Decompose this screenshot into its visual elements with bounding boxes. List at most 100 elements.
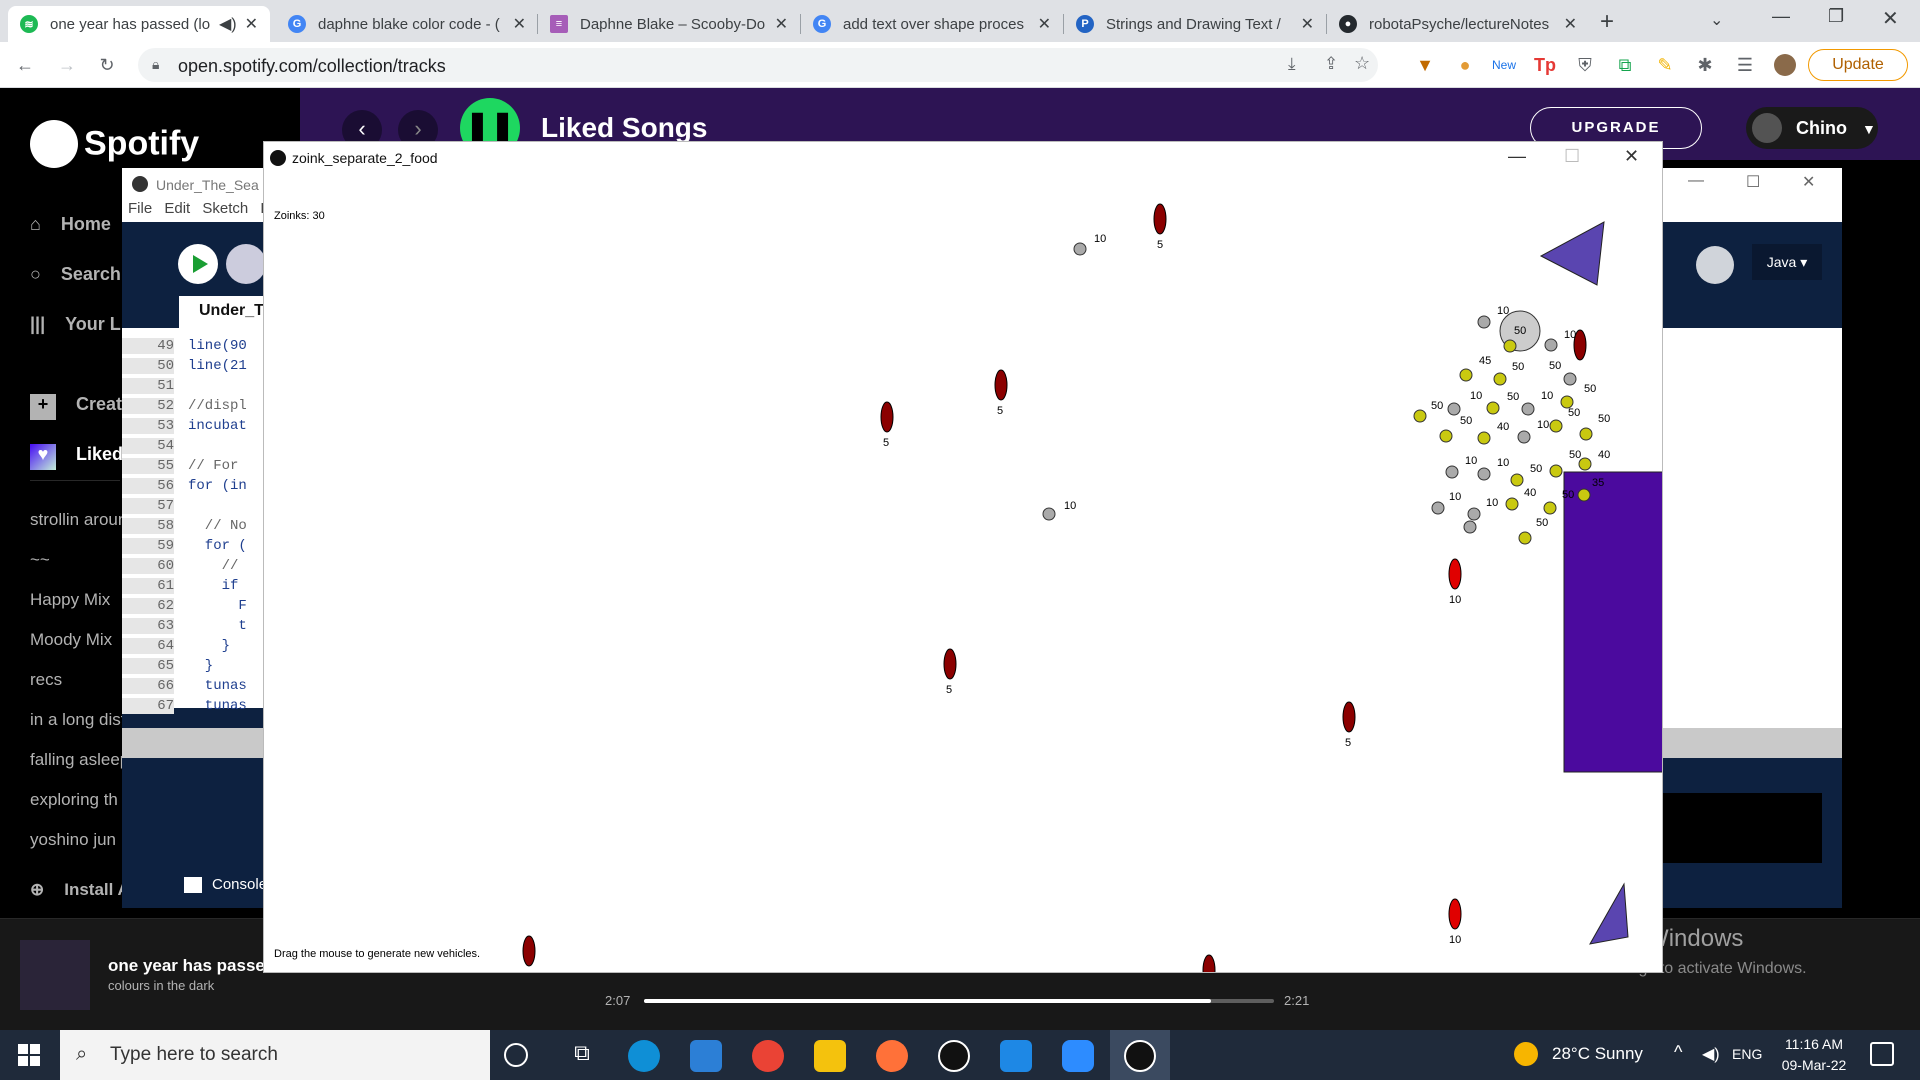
run-button[interactable] (178, 244, 218, 284)
user-menu-button[interactable]: Chino ▼ (1746, 107, 1878, 149)
track-artist[interactable]: colours in the dark (108, 978, 214, 993)
address-bar[interactable]: 🔒︎ open.spotify.com/collection/tracks ⤓ … (138, 48, 1378, 82)
menu-sketch[interactable]: Sketch (202, 200, 248, 217)
extensions-puzzle-icon[interactable]: ✱ (1694, 54, 1716, 76)
chevron-up-icon[interactable]: ^ (1674, 1042, 1682, 1063)
code-line: 59 for ( (122, 538, 247, 558)
tab-search-icon[interactable]: ⌄ (1710, 10, 1723, 30)
extension-highlighter-icon[interactable]: ✎ (1654, 54, 1676, 76)
clock[interactable]: 11:16 AM 09-Mar-22 (1774, 1034, 1854, 1076)
processing-icon[interactable] (938, 1040, 970, 1072)
profile-avatar[interactable] (1774, 54, 1796, 76)
new-tab-icon[interactable]: + (1600, 8, 1614, 36)
menu-edit[interactable]: Edit (164, 200, 190, 217)
file-explorer-icon[interactable] (814, 1040, 846, 1072)
code-editor-right[interactable] (1662, 328, 1842, 738)
svg-text:50: 50 (1584, 383, 1596, 395)
share-icon[interactable]: ⇪ (1324, 54, 1338, 74)
store-icon[interactable] (1000, 1040, 1032, 1072)
minimize-icon[interactable]: — (1508, 146, 1526, 167)
chrome-icon[interactable] (752, 1040, 784, 1072)
tab-title: robotaPsyche/lectureNotes (1369, 15, 1550, 33)
close-tab-icon[interactable]: ✕ (1038, 14, 1051, 34)
reload-icon[interactable]: ↻ (96, 54, 118, 76)
svg-text:50: 50 (1536, 517, 1548, 529)
close-tab-icon[interactable]: ✕ (775, 14, 788, 34)
nav-search[interactable]: ○ Search (30, 264, 121, 285)
stop-button[interactable] (226, 244, 266, 284)
track-title[interactable]: one year has passed (108, 956, 275, 976)
code-line: 64 } (122, 638, 230, 658)
extension-copy-icon[interactable]: ⧉ (1614, 54, 1636, 76)
edge-icon[interactable] (628, 1040, 660, 1072)
install-icon[interactable]: ⤓ (1288, 54, 1296, 74)
tab-add-text[interactable]: G add text over shape proces ✕ (801, 6, 1063, 42)
progress-bar[interactable] (644, 999, 1274, 1003)
tab-spotify[interactable]: ≋ one year has passed (lo ◀) ✕ (8, 6, 270, 42)
extension-cup-icon[interactable]: ▼ (1414, 54, 1436, 76)
minimize-icon[interactable]: — (1772, 6, 1790, 27)
taskbar-search[interactable]: ⌕ Type here to search (60, 1030, 490, 1080)
extension-cookie-icon[interactable]: ● (1454, 54, 1476, 76)
windows-taskbar: ⌕ Type here to search ⧉ 28°C Sunny ^ ◀) … (0, 1030, 1920, 1080)
tab-strings-text[interactable]: P Strings and Drawing Text / ✕ (1064, 6, 1326, 42)
volume-icon[interactable]: ◀) (1702, 1044, 1720, 1064)
line-number: 63 (122, 618, 174, 634)
close-tab-icon[interactable]: ✕ (245, 14, 258, 34)
tab-daphne-color[interactable]: G daphne blake color code - ( ✕ (276, 6, 538, 42)
album-art[interactable] (20, 940, 90, 1010)
mode-selector[interactable]: Java ▾ (1752, 244, 1822, 280)
extension-shield-icon[interactable]: ⛨ (1574, 54, 1596, 76)
maximize-icon[interactable]: ☐ (1564, 146, 1580, 167)
svg-text:50: 50 (1598, 413, 1610, 425)
debugger-icon[interactable] (1696, 246, 1734, 284)
playlist-item[interactable]: ~~ (30, 550, 50, 570)
language-indicator[interactable]: ENG (1732, 1046, 1762, 1062)
update-button[interactable]: Update (1808, 49, 1908, 81)
code-editor[interactable]: 49 line(90 50 line(21 51 52 //displ 53 incubat 54… (122, 328, 272, 714)
playlist-item[interactable]: Happy Mix (30, 590, 110, 610)
zoom-icon[interactable] (1062, 1040, 1094, 1072)
spotify-favicon-icon: ≋ (20, 15, 38, 33)
playlist-item[interactable]: exploring th (30, 790, 118, 810)
maximize-icon[interactable]: ☐ (1746, 172, 1760, 192)
sketch-canvas[interactable]: Zoinks: 30 Drag the mouse to generate ne… (264, 174, 1662, 972)
window-close-icon[interactable]: ✕ (1802, 172, 1815, 192)
extension-tp-icon[interactable]: Tp (1534, 54, 1556, 76)
close-tab-icon[interactable]: ✕ (1301, 14, 1314, 34)
mute-icon[interactable]: ◀) (219, 14, 237, 34)
task-view-icon[interactable]: ⧉ (566, 1040, 598, 1072)
bookmark-star-icon[interactable]: ☆ (1354, 53, 1370, 74)
extension-new-icon[interactable]: New (1492, 54, 1516, 76)
minimize-icon[interactable]: — (1688, 172, 1704, 190)
mail-icon[interactable] (690, 1040, 722, 1072)
cortana-icon[interactable] (504, 1043, 528, 1067)
reading-list-icon[interactable]: ☰ (1734, 54, 1756, 76)
playlist-item[interactable]: falling asleep (30, 750, 129, 770)
playlist-item[interactable]: Moody Mix (30, 630, 112, 650)
forward-icon[interactable]: → (56, 54, 78, 76)
back-icon[interactable]: ← (14, 54, 36, 76)
line-number: 56 (122, 478, 174, 494)
windows-start-icon[interactable] (18, 1044, 40, 1066)
window-close-icon[interactable]: ✕ (1624, 146, 1639, 167)
nav-home[interactable]: ⌂ Home (30, 214, 111, 235)
menu-file[interactable]: File (128, 200, 152, 217)
playlist-item[interactable]: strollin around (30, 510, 137, 530)
svg-text:40: 40 (1524, 487, 1536, 499)
spotify-logo[interactable]: Spotify (30, 120, 199, 168)
tab-daphne-wiki[interactable]: ≡ Daphne Blake – Scooby-Do ✕ (538, 6, 800, 42)
notifications-icon[interactable] (1870, 1042, 1894, 1066)
playlist-item[interactable]: recs (30, 670, 62, 690)
console-tab[interactable]: Console (184, 876, 267, 894)
firefox-icon[interactable] (876, 1040, 908, 1072)
code-tab[interactable]: Under_T (179, 296, 269, 328)
active-app-highlight[interactable] (1110, 1030, 1170, 1080)
close-tab-icon[interactable]: ✕ (513, 14, 526, 34)
close-tab-icon[interactable]: ✕ (1564, 14, 1577, 34)
restore-icon[interactable]: ❐ (1828, 6, 1844, 27)
window-close-icon[interactable]: ✕ (1882, 6, 1899, 31)
tab-github[interactable]: ● robotaPsyche/lectureNotes ✕ (1327, 6, 1589, 42)
playlist-item[interactable]: yoshino jun (30, 830, 116, 850)
weather-text[interactable]: 28°C Sunny (1552, 1044, 1643, 1064)
